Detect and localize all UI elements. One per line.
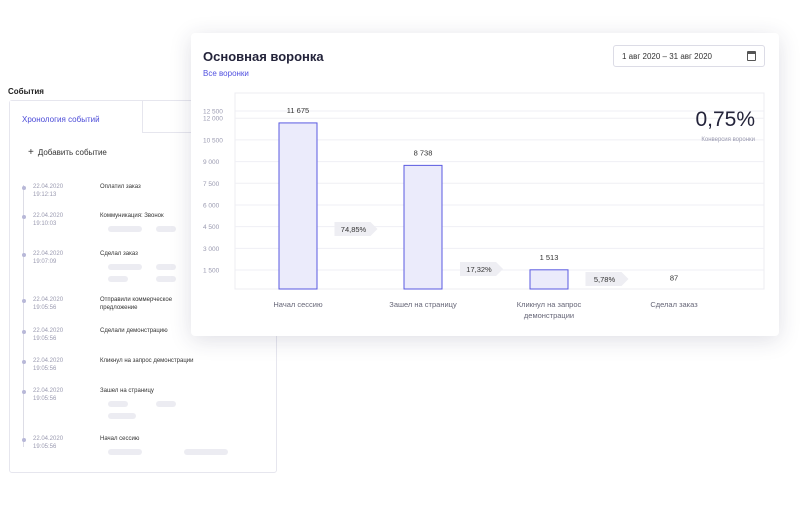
placeholder-bar — [108, 401, 128, 407]
placeholder-bar — [108, 449, 142, 455]
y-tick-label: 3 000 — [203, 246, 220, 253]
event-datetime: 22.04.2020 19:12:13 — [33, 183, 93, 199]
event-datetime: 22.04.2020 19:05:56 — [33, 296, 93, 312]
conversion-label: Конверсия воронки — [701, 137, 755, 143]
bar-value-label: 87 — [670, 273, 678, 282]
event-datetime: 22.04.2020 19:07:09 — [33, 250, 93, 266]
step-conversion-label: 17,32% — [466, 265, 492, 274]
event-time: 19:05:56 — [33, 336, 57, 342]
timeline-dot-icon — [22, 438, 26, 442]
funnel-bar[interactable] — [529, 269, 569, 290]
timeline-dot-icon — [22, 360, 26, 364]
bar-value-label: 1 513 — [540, 253, 559, 262]
event-title: Начал сессию — [100, 436, 140, 442]
placeholder-bar — [108, 276, 128, 282]
timeline-dot-icon — [22, 186, 26, 190]
x-tick-label: Сделал заказ — [650, 300, 698, 309]
funnel-bar[interactable] — [403, 164, 443, 290]
placeholder-bar — [184, 449, 228, 455]
plus-icon: + — [28, 147, 34, 158]
event-time: 19:07:09 — [33, 259, 57, 265]
placeholder-bar — [156, 264, 176, 270]
event-time: 19:12:13 — [33, 192, 57, 198]
placeholder-bar — [108, 264, 142, 270]
bar-value-label: 11 675 — [287, 106, 309, 115]
y-tick-label: 9 000 — [203, 159, 220, 166]
bar-value-label: 8 738 — [414, 148, 433, 157]
y-tick-label: 4 500 — [203, 224, 220, 231]
y-tick-label: 7 500 — [203, 181, 220, 188]
event-datetime: 22.04.2020 19:05:56 — [33, 435, 93, 451]
event-date: 22.04.2020 — [33, 328, 64, 334]
events-section-title: События — [8, 87, 44, 96]
event-date: 22.04.2020 — [33, 184, 64, 190]
event-time: 19:05:56 — [33, 444, 57, 450]
timeline-dot-icon — [22, 253, 26, 257]
event-time: 19:05:56 — [33, 396, 57, 402]
event-datetime: 22.04.2020 19:10:03 — [33, 212, 93, 228]
y-tick-label: 12 000 — [203, 116, 223, 123]
x-tick-label: Зашел на страницу — [389, 300, 457, 309]
event-title: Кликнул на запрос демонстрации — [100, 358, 194, 364]
y-tick-label: 12 500 — [203, 109, 223, 116]
x-tick-label: Кликнул на запрос демонстрации — [516, 300, 582, 320]
placeholder-bar — [156, 276, 176, 282]
event-datetime: 22.04.2020 19:05:56 — [33, 357, 93, 373]
event-date: 22.04.2020 — [33, 358, 64, 364]
placeholder-bar — [156, 401, 176, 407]
event-time: 19:05:56 — [33, 305, 57, 311]
timeline-dot-icon — [22, 330, 26, 334]
add-event-label: Добавить событие — [37, 148, 107, 157]
step-conversion-label: 5,78% — [594, 275, 616, 284]
funnel-card: Основная воронка Все воронки 1 авг 2020 … — [191, 33, 779, 336]
event-date: 22.04.2020 — [33, 297, 64, 303]
event-title: Зашел на страницу — [100, 388, 154, 394]
stage: События Хронология событий + Добавить соб… — [0, 0, 802, 513]
y-tick-label: 1 500 — [203, 268, 220, 275]
funnel-chart: 1 500 3 000 4 500 6 000 7 500 9 000 10 500 12 0… — [203, 92, 765, 290]
event-datetime: 22.04.2020 19:05:56 — [33, 387, 93, 403]
placeholder-bar — [108, 226, 142, 232]
tab-event-timeline[interactable]: Хронология событий — [10, 101, 143, 133]
event-time: 19:10:03 — [33, 221, 57, 227]
event-date: 22.04.2020 — [33, 388, 64, 394]
event-time: 19:05:56 — [33, 366, 57, 372]
event-date: 22.04.2020 — [33, 213, 64, 219]
add-event-button[interactable]: + Добавить событие — [28, 147, 107, 158]
event-date: 22.04.2020 — [33, 436, 64, 442]
y-tick-label: 6 000 — [203, 202, 220, 209]
y-tick-label: 10 500 — [203, 137, 223, 144]
event-datetime: 22.04.2020 19:05:56 — [33, 327, 93, 343]
event-date: 22.04.2020 — [33, 251, 64, 257]
step-conversion-label: 74,85% — [341, 225, 367, 234]
timeline-dot-icon — [22, 299, 26, 303]
x-tick-label: Начал сессию — [273, 300, 323, 309]
conversion-value: 0,75% — [695, 108, 755, 131]
timeline-dot-icon — [22, 390, 26, 394]
funnel-bar[interactable] — [278, 122, 318, 290]
placeholder-bar — [108, 413, 136, 419]
timeline-dot-icon — [22, 215, 26, 219]
timeline-line — [23, 185, 24, 447]
placeholder-bar — [156, 226, 176, 232]
